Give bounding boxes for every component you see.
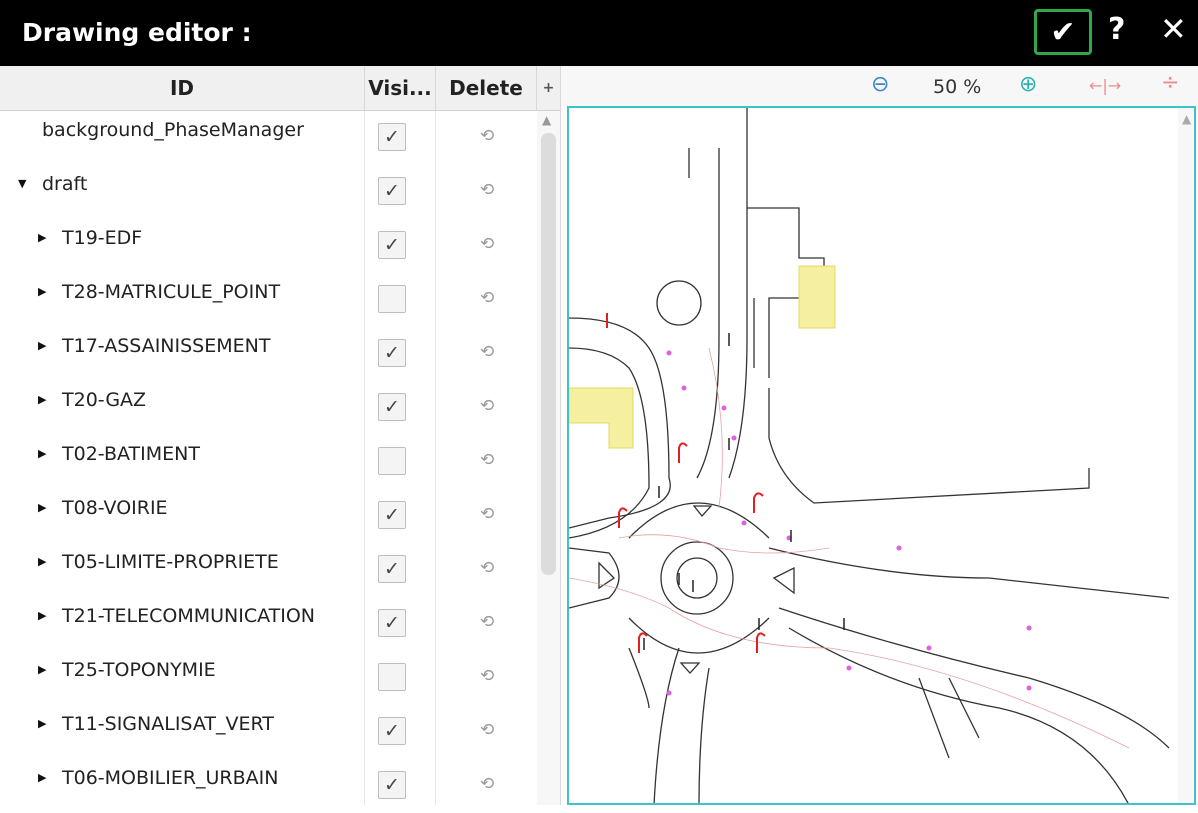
delete-layer-icon[interactable]: ⟲ xyxy=(480,666,494,686)
layer-row[interactable]: ▶ T20-GAZ ✓ ⟲ xyxy=(0,381,536,435)
layer-label: T17-ASSAINISSEMENT xyxy=(62,335,271,357)
title-bar: Drawing editor : ✔ ? ✕ xyxy=(0,0,1198,66)
scrollbar-thumb[interactable] xyxy=(541,133,556,575)
delete-layer-icon[interactable]: ⟲ xyxy=(480,720,494,740)
visible-checkbox[interactable] xyxy=(378,447,406,475)
expand-arrow-right-icon[interactable]: ▶ xyxy=(38,609,46,622)
layer-row[interactable]: ▶ T25-TOPONYMIE ⟲ xyxy=(0,651,536,705)
layer-label: draft xyxy=(42,173,88,195)
layer-row[interactable]: ▶ T28-MATRICULE_POINT ⟲ xyxy=(0,273,536,327)
delete-layer-icon[interactable]: ⟲ xyxy=(480,558,494,578)
drawing-viewer: ⊖ 50 % ⊕ ←|→ ÷ ▲ xyxy=(561,66,1198,805)
layer-label: T25-TOPONYMIE xyxy=(62,659,216,681)
visible-checkbox[interactable]: ✓ xyxy=(378,177,406,205)
add-layer-button[interactable]: + xyxy=(537,66,560,110)
delete-layer-icon[interactable]: ⟲ xyxy=(480,234,494,254)
layer-label: T28-MATRICULE_POINT xyxy=(62,281,281,303)
fit-width-icon[interactable]: ←|→ xyxy=(1089,76,1121,95)
layer-row[interactable]: ▶ T02-BATIMENT ⟲ xyxy=(0,435,536,489)
delete-layer-icon[interactable]: ⟲ xyxy=(480,504,494,524)
fit-height-icon[interactable]: ÷ xyxy=(1161,70,1179,95)
layer-panel: ID Visi... Delete + background_PhaseMana… xyxy=(0,66,561,805)
expand-arrow-down-icon[interactable]: ▼ xyxy=(18,177,26,190)
delete-layer-icon[interactable]: ⟲ xyxy=(480,180,494,200)
visible-checkbox[interactable]: ✓ xyxy=(378,339,406,367)
zoom-in-icon[interactable]: ⊕ xyxy=(1019,72,1037,97)
delete-layer-icon[interactable]: ⟲ xyxy=(480,612,494,632)
canvas-scrollbar[interactable]: ▲ xyxy=(1178,108,1194,803)
visible-checkbox[interactable]: ✓ xyxy=(378,501,406,529)
visible-checkbox[interactable] xyxy=(378,663,406,691)
layer-row[interactable]: ▶ T08-VOIRIE ✓ ⟲ xyxy=(0,489,536,543)
visible-checkbox[interactable]: ✓ xyxy=(378,123,406,151)
expand-arrow-right-icon[interactable]: ▶ xyxy=(38,771,46,784)
visible-checkbox[interactable]: ✓ xyxy=(378,609,406,637)
visible-checkbox[interactable]: ✓ xyxy=(378,231,406,259)
layer-row[interactable]: ▶ T21-TELECOMMUNICATION ✓ ⟲ xyxy=(0,597,536,651)
layer-row[interactable]: ▶ T17-ASSAINISSEMENT ✓ ⟲ xyxy=(0,327,536,381)
expand-arrow-right-icon[interactable]: ▶ xyxy=(38,285,46,298)
visible-checkbox[interactable]: ✓ xyxy=(378,555,406,583)
layer-list: background_PhaseManager ✓ ⟲ ▼ draft ✓ ⟲ ▶ T19-ED… xyxy=(0,111,536,805)
layer-label: T21-TELECOMMUNICATION xyxy=(62,605,315,627)
delete-layer-icon[interactable]: ⟲ xyxy=(480,396,494,416)
layer-row[interactable]: ▼ draft ✓ ⟲ xyxy=(0,165,536,219)
expand-arrow-right-icon[interactable]: ▶ xyxy=(38,339,46,352)
layer-row[interactable]: ▶ T05-LIMITE-PROPRIETE ✓ ⟲ xyxy=(0,543,536,597)
layer-label: T06-MOBILIER_URBAIN xyxy=(62,767,279,789)
delete-layer-icon[interactable]: ⟲ xyxy=(480,342,494,362)
checkmark-icon: ✔ xyxy=(1050,14,1076,50)
delete-layer-icon[interactable]: ⟲ xyxy=(480,450,494,470)
zoom-level: 50 % xyxy=(933,76,982,98)
layer-row[interactable]: background_PhaseManager ✓ ⟲ xyxy=(0,111,536,165)
viewer-toolbar: ⊖ 50 % ⊕ ←|→ ÷ xyxy=(561,66,1198,106)
expand-arrow-right-icon[interactable]: ▶ xyxy=(38,555,46,568)
drawing-canvas[interactable]: ▲ xyxy=(567,106,1196,805)
expand-arrow-right-icon[interactable]: ▶ xyxy=(38,717,46,730)
layer-row[interactable]: ▶ T19-EDF ✓ ⟲ xyxy=(0,219,536,273)
delete-layer-icon[interactable]: ⟲ xyxy=(480,288,494,308)
column-header-id[interactable]: ID xyxy=(0,66,365,110)
expand-arrow-right-icon[interactable]: ▶ xyxy=(38,447,46,460)
layer-label: T11-SIGNALISAT_VERT xyxy=(62,713,274,735)
column-header-visible[interactable]: Visi... xyxy=(365,66,436,110)
close-button[interactable]: ✕ xyxy=(1160,10,1187,48)
layer-label: T19-EDF xyxy=(62,227,143,249)
zoom-out-icon[interactable]: ⊖ xyxy=(871,72,889,97)
confirm-button[interactable]: ✔ xyxy=(1034,9,1092,55)
expand-arrow-right-icon[interactable]: ▶ xyxy=(38,231,46,244)
layer-table-header: ID Visi... Delete + xyxy=(0,66,560,111)
delete-layer-icon[interactable]: ⟲ xyxy=(480,774,494,794)
expand-arrow-right-icon[interactable]: ▶ xyxy=(38,393,46,406)
column-header-delete[interactable]: Delete xyxy=(436,66,537,110)
layer-label: T20-GAZ xyxy=(62,389,147,411)
layer-row[interactable]: ▶ T11-SIGNALISAT_VERT ✓ ⟲ xyxy=(0,705,536,759)
layer-label: background_PhaseManager xyxy=(42,119,304,141)
layer-list-scrollbar[interactable]: ▲ xyxy=(537,111,560,805)
layer-label: T05-LIMITE-PROPRIETE xyxy=(62,551,279,573)
help-button[interactable]: ? xyxy=(1108,12,1125,47)
layer-label: T08-VOIRIE xyxy=(62,497,168,519)
visible-checkbox[interactable]: ✓ xyxy=(378,393,406,421)
visible-checkbox[interactable] xyxy=(378,285,406,313)
scroll-up-icon[interactable]: ▲ xyxy=(542,113,551,127)
window-title: Drawing editor : xyxy=(22,18,252,47)
expand-arrow-right-icon[interactable]: ▶ xyxy=(38,501,46,514)
expand-arrow-right-icon[interactable]: ▶ xyxy=(38,663,46,676)
layer-label: T02-BATIMENT xyxy=(62,443,200,465)
scroll-up-icon[interactable]: ▲ xyxy=(1182,112,1191,126)
roundabout-drawing xyxy=(569,108,1170,803)
visible-checkbox[interactable]: ✓ xyxy=(378,717,406,745)
delete-layer-icon[interactable]: ⟲ xyxy=(480,126,494,146)
visible-checkbox[interactable]: ✓ xyxy=(378,771,406,799)
